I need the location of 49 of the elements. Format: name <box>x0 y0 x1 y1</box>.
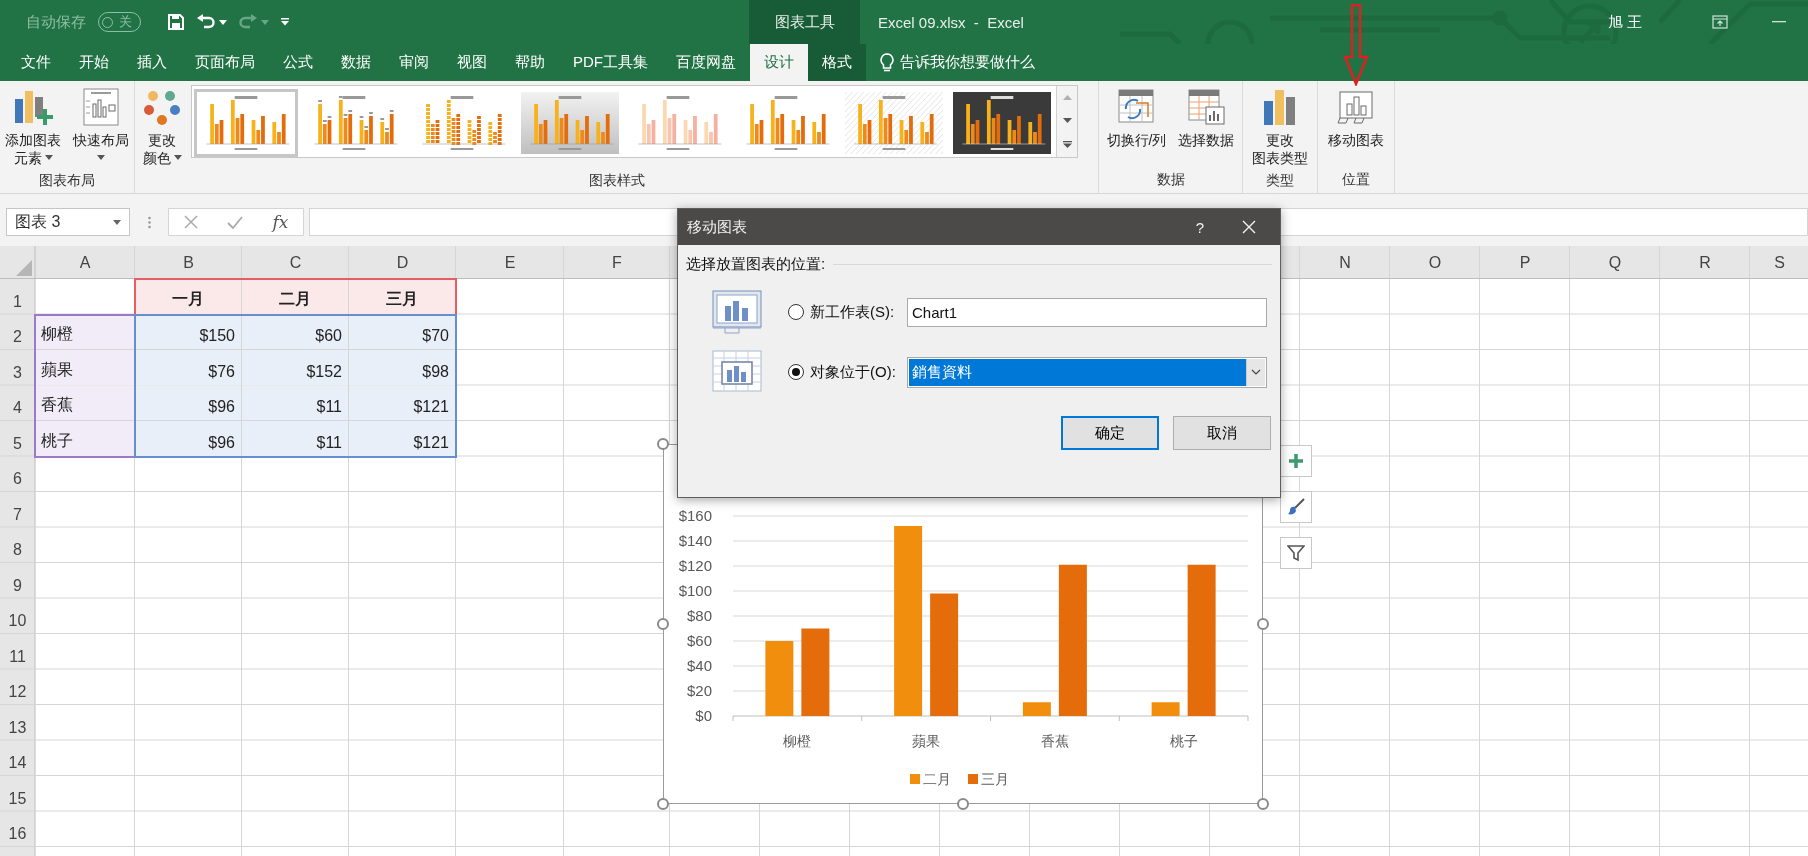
table-cell: $60 <box>242 314 348 349</box>
axis-label: $80 <box>686 607 712 624</box>
table-cell: $152 <box>242 350 348 385</box>
table-cell: $150 <box>135 314 241 349</box>
group-label: 类型 <box>1265 171 1295 190</box>
table-cell: $96 <box>135 421 241 456</box>
user-name: 旭 王 <box>1607 12 1642 32</box>
dialog-title: 移动图表 <box>687 217 747 237</box>
table-cell: $11 <box>242 421 348 456</box>
table-cell: 一月 <box>135 279 241 314</box>
section-label: 选择放置图表的位置: <box>686 255 826 274</box>
option-label: 新工作表(S): <box>810 302 896 322</box>
option-label: 对象位于(O): <box>810 362 897 382</box>
table-cell: 蘋果 <box>35 350 134 385</box>
contextual-tab-header: 图表工具 <box>749 0 860 44</box>
axis-label: $120 <box>678 557 712 574</box>
table-cell: 香蕉 <box>35 385 134 420</box>
table-cell: 二月 <box>242 279 348 314</box>
window-title: Excel 09.xlsx - Excel <box>877 13 1024 31</box>
table-cell: $121 <box>349 421 455 456</box>
table-cell: $11 <box>242 385 348 420</box>
table-cell: $96 <box>135 385 241 420</box>
axis-label: $100 <box>678 582 712 599</box>
group-label: 位置 <box>1341 170 1371 189</box>
axis-label: $40 <box>686 657 712 674</box>
group-label: 图表布局 <box>38 171 96 190</box>
table-cell: 桃子 <box>35 421 134 456</box>
table-cell: $121 <box>349 385 455 420</box>
group-label: 图表样式 <box>587 171 646 190</box>
axis-label: $160 <box>678 507 712 524</box>
axis-label: $0 <box>695 707 712 724</box>
table-cell: 柳橙 <box>35 314 134 349</box>
axis-label: $140 <box>678 532 712 549</box>
legend-item: 三月 <box>968 771 1009 787</box>
axis-label: $20 <box>686 682 712 699</box>
axis-label: $60 <box>686 632 712 649</box>
legend-label: 三月 <box>981 771 1009 787</box>
group-label: 数据 <box>1155 170 1186 189</box>
axis-label: 柳橙 <box>783 733 812 749</box>
axis-label: 桃子 <box>1169 733 1198 749</box>
legend-label: 二月 <box>923 771 951 787</box>
autosave-label: 自动保存 <box>26 12 86 32</box>
axis-label: 香蕉 <box>1040 733 1069 749</box>
table-cell: $70 <box>349 314 455 349</box>
table-cell: 三月 <box>349 279 455 314</box>
legend-item: 二月 <box>910 771 951 787</box>
axis-label: 蘋果 <box>912 733 941 749</box>
table-cell: $76 <box>135 350 241 385</box>
table-cell: $98 <box>349 350 455 385</box>
